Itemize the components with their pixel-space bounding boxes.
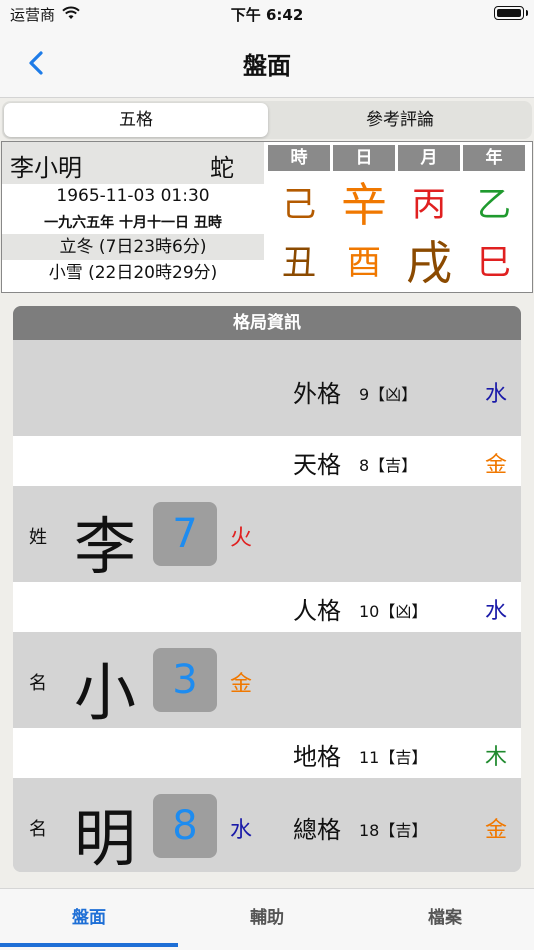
earth-grid-row: 地格 11【吉】 木	[13, 728, 521, 778]
given-char-2: 明	[73, 802, 136, 872]
heaven-grid-value: 8【吉】	[359, 456, 418, 475]
human-grid-element: 水	[484, 599, 507, 624]
earth-grid-value: 11【吉】	[359, 748, 428, 767]
segmented-control: 五格 參考評論	[2, 101, 532, 139]
pattern-info-panel: 格局資訊 外格 9【凶】 水 天格 8【吉】 金 姓 李 7 火 人格 10【凶…	[13, 306, 521, 872]
heaven-grid-row: 天格 8【吉】 金	[13, 436, 521, 486]
human-grid-row: 人格 10【凶】 水	[13, 582, 521, 632]
char-kind-given-2: 名	[29, 819, 47, 840]
active-tab-indicator	[0, 943, 178, 947]
surname-element: 火	[230, 526, 253, 551]
pillar-head-year: 年	[463, 145, 525, 171]
surname-char-row: 姓 李 7 火	[13, 486, 521, 583]
pillar-branch-hour: 丑	[282, 243, 316, 283]
pillar-head-hour: 時	[268, 145, 330, 171]
segment-five-grids[interactable]: 五格	[4, 103, 268, 137]
human-grid-label: 人格	[293, 597, 341, 625]
total-grid-element: 金	[484, 818, 507, 843]
total-grid-value: 18【吉】	[359, 821, 428, 840]
lunar-date: 一九六五年 十月十一日 丑時	[44, 215, 222, 231]
pillar-stem-month: 丙	[412, 185, 446, 225]
segment-reference-comments[interactable]: 參考評論	[270, 103, 530, 137]
given-char-2-element: 水	[230, 818, 253, 843]
char-kind-surname: 姓	[29, 527, 47, 548]
tab-chart[interactable]: 盤面	[0, 889, 178, 947]
outer-grid-value: 9【凶】	[359, 385, 418, 404]
zodiac-sign: 蛇	[210, 154, 234, 182]
profile-info: 李小明 蛇 1965-11-03 01:30 一九六五年 十月十一日 丑時 立冬…	[2, 142, 264, 292]
pillar-head-day: 日	[333, 145, 395, 171]
heaven-grid-label: 天格	[293, 451, 341, 479]
outer-grid-label: 外格	[293, 380, 341, 408]
given-char-2-row: 名 明 8 水 總格 18【吉】 金	[13, 778, 521, 872]
given-char-2-stroke-count: 8	[153, 794, 217, 858]
given-char-1-element: 金	[230, 672, 253, 697]
tab-files[interactable]: 檔案	[356, 889, 534, 947]
name-row: 李小明 蛇	[2, 142, 264, 184]
solar-term-1: 立冬 (7日23時6分)	[2, 234, 264, 260]
given-char-1-stroke-count: 3	[153, 648, 217, 712]
clock: 下午 6:42	[230, 6, 304, 24]
given-char-1: 小	[73, 656, 136, 729]
pillar-stem-day: 辛	[341, 178, 387, 232]
pattern-title: 格局資訊	[13, 306, 521, 340]
battery-icon	[494, 6, 528, 20]
pillar-branch-year: 巳	[477, 243, 511, 283]
earth-grid-element: 木	[484, 745, 507, 770]
total-grid-label: 總格	[293, 816, 341, 844]
pillar-stem-year: 乙	[477, 185, 511, 225]
outer-grid-element: 水	[484, 382, 507, 407]
pillar-branch-month: 戌	[406, 236, 452, 290]
page-title: 盤面	[243, 52, 291, 80]
tab-chart-label: 盤面	[72, 908, 106, 928]
tab-assist-label: 輔助	[250, 908, 284, 928]
human-grid-value: 10【凶】	[359, 602, 428, 621]
person-name: 李小明	[10, 154, 82, 182]
pillar-branch-day: 酉	[347, 243, 381, 283]
birth-datetime: 1965-11-03 01:30	[56, 186, 210, 206]
pillar-stem-hour: 己	[282, 185, 316, 225]
tab-files-label: 檔案	[428, 908, 462, 928]
status-bar: 运营商 下午 6:42	[0, 0, 534, 28]
char-kind-given-1: 名	[29, 673, 47, 694]
outer-grid-row: 外格 9【凶】 水	[13, 340, 521, 436]
heaven-grid-element: 金	[484, 453, 507, 478]
navigation-bar: 盤面	[0, 28, 534, 98]
surname-stroke-count: 7	[153, 502, 217, 566]
surname-char: 李	[73, 510, 136, 583]
pillar-head-month: 月	[398, 145, 460, 171]
earth-grid-label: 地格	[293, 743, 341, 771]
birth-chart-panel: 李小明 蛇 1965-11-03 01:30 一九六五年 十月十一日 丑時 立冬…	[1, 141, 533, 293]
given-char-1-row: 名 小 3 金	[13, 632, 521, 729]
tab-assist[interactable]: 輔助	[178, 889, 356, 947]
tab-bar: 盤面 輔助 檔案	[0, 888, 534, 950]
solar-term-2: 小雪 (22日20時29分)	[48, 263, 218, 283]
